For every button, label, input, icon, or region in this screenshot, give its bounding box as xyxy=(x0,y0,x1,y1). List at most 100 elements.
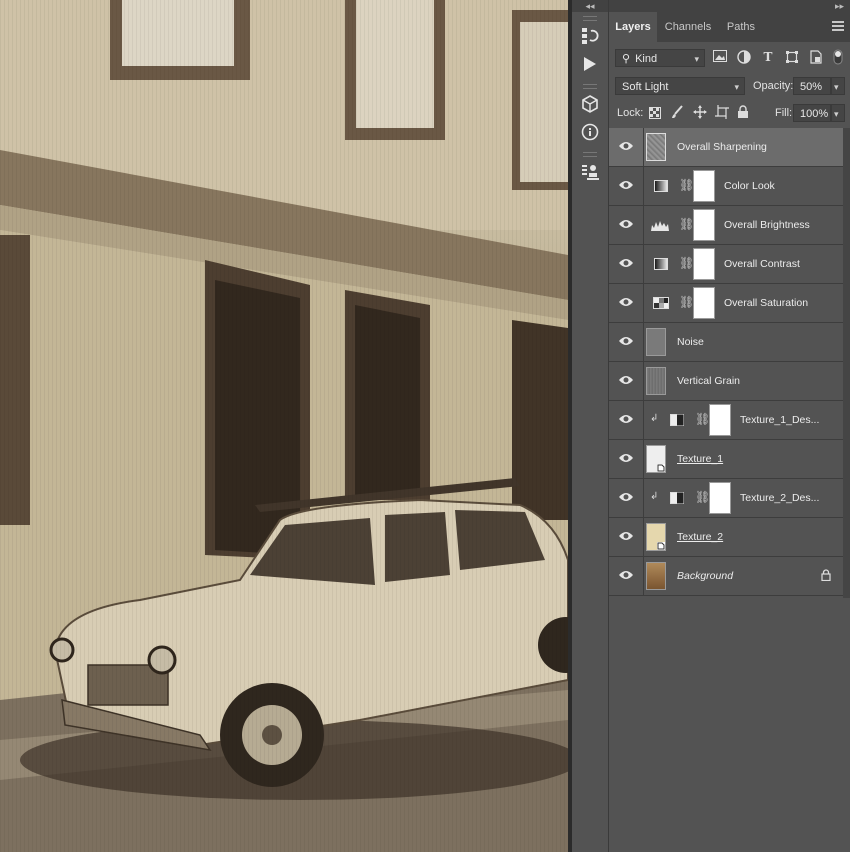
hue-saturation-icon[interactable] xyxy=(670,414,684,426)
layer-mask-thumbnail[interactable] xyxy=(693,287,715,319)
filter-toggle-switch[interactable] xyxy=(831,49,845,65)
vintage-car-photo xyxy=(0,0,568,852)
layer-row[interactable]: ⛓ Overall Saturation xyxy=(609,284,843,323)
clipping-arrow-icon: ↲ xyxy=(650,491,659,502)
layer-name[interactable]: Background xyxy=(677,557,733,595)
visibility-toggle[interactable] xyxy=(609,401,644,439)
layer-name[interactable]: Texture_2 xyxy=(677,518,723,556)
visibility-toggle[interactable] xyxy=(609,245,644,283)
visibility-toggle[interactable] xyxy=(609,557,644,595)
layer-thumbnail[interactable] xyxy=(646,133,666,161)
filter-kind-dropdown[interactable]: ⚲ Kind ▾ xyxy=(615,49,705,67)
opacity-dropdown-button[interactable]: ▾ xyxy=(831,77,845,95)
filter-pixel-icon[interactable] xyxy=(713,50,727,64)
layer-name[interactable]: Overall Saturation xyxy=(724,284,808,322)
link-chain-icon[interactable]: ⛓ xyxy=(695,412,710,428)
layer-row[interactable]: ⛓ Overall Contrast xyxy=(609,245,843,284)
layer-row[interactable]: ↲ ⛓ Texture_1_Des... xyxy=(609,401,843,440)
history-icon[interactable] xyxy=(578,24,602,48)
layer-thumbnail[interactable] xyxy=(646,367,666,395)
layer-name[interactable]: Texture_2_Des... xyxy=(740,479,819,517)
layer-name[interactable]: Overall Sharpening xyxy=(677,128,767,166)
visibility-toggle[interactable] xyxy=(609,479,644,517)
visibility-toggle[interactable] xyxy=(609,284,644,322)
tab-paths[interactable]: Paths xyxy=(721,12,761,42)
link-chain-icon[interactable]: ⛓ xyxy=(679,256,694,272)
layer-thumbnail[interactable] xyxy=(646,328,666,356)
lock-pixels-brush-icon[interactable] xyxy=(671,105,683,124)
link-chain-icon[interactable]: ⛓ xyxy=(679,178,694,194)
opacity-input[interactable]: 50% xyxy=(793,77,831,95)
layer-mask-thumbnail[interactable] xyxy=(693,248,715,280)
collapse-panel-icon[interactable]: ▸▸ xyxy=(609,0,850,12)
filter-type-icon[interactable]: T xyxy=(761,50,775,64)
visibility-toggle[interactable] xyxy=(609,206,644,244)
3d-cube-icon[interactable] xyxy=(578,92,602,116)
levels-histogram-icon[interactable] xyxy=(651,219,669,231)
dock-grip[interactable] xyxy=(583,16,597,21)
panel-dock-strip: ◂◂ xyxy=(572,0,609,852)
link-chain-icon[interactable]: ⛓ xyxy=(695,490,710,506)
link-chain-icon[interactable]: ⛓ xyxy=(679,217,694,233)
dock-grip[interactable] xyxy=(583,152,597,157)
search-icon: ⚲ xyxy=(622,53,631,65)
layer-row[interactable]: Vertical Grain xyxy=(609,362,843,401)
black-white-adjustment-icon[interactable] xyxy=(653,297,669,309)
layer-row[interactable]: Noise xyxy=(609,323,843,362)
layer-mask-thumbnail[interactable] xyxy=(693,170,715,202)
fill-dropdown-button[interactable]: ▾ xyxy=(831,104,845,122)
tab-channels[interactable]: Channels xyxy=(659,12,717,42)
gradient-map-icon[interactable] xyxy=(654,180,668,192)
layer-row[interactable]: Texture_2 xyxy=(609,518,843,557)
lock-artboard-icon[interactable] xyxy=(715,105,729,124)
visibility-toggle[interactable] xyxy=(609,440,644,478)
layer-thumbnail[interactable] xyxy=(646,445,666,473)
visibility-toggle[interactable] xyxy=(609,362,644,400)
filter-adjustment-icon[interactable] xyxy=(737,50,751,64)
info-icon[interactable] xyxy=(578,120,602,144)
layer-name[interactable]: Color Look xyxy=(724,167,775,205)
document-canvas[interactable] xyxy=(0,0,568,852)
layer-thumbnail[interactable] xyxy=(646,523,666,551)
panel-menu-icon[interactable] xyxy=(832,21,844,31)
filter-shape-icon[interactable] xyxy=(785,50,799,64)
eye-icon xyxy=(619,376,633,384)
filter-smart-object-icon[interactable] xyxy=(809,50,823,64)
chevron-down-icon: ▾ xyxy=(734,82,739,92)
tab-layers[interactable]: Layers xyxy=(609,12,657,42)
layers-scrollbar[interactable] xyxy=(843,128,850,598)
layer-name[interactable]: Overall Contrast xyxy=(724,245,800,283)
layer-name[interactable]: Noise xyxy=(677,323,704,361)
layer-name[interactable]: Texture_1 xyxy=(677,440,723,478)
collapse-dock-icon[interactable]: ◂◂ xyxy=(572,0,608,12)
lock-all-icon[interactable] xyxy=(737,105,749,124)
visibility-toggle[interactable] xyxy=(609,518,644,556)
properties-stamp-icon[interactable] xyxy=(578,160,602,184)
layer-row[interactable]: ⛓ Color Look xyxy=(609,167,843,206)
layer-row[interactable]: ↲ ⛓ Texture_2_Des... xyxy=(609,479,843,518)
layer-name[interactable]: Vertical Grain xyxy=(677,362,740,400)
blend-mode-dropdown[interactable]: Soft Light ▾ xyxy=(615,77,745,95)
layer-mask-thumbnail[interactable] xyxy=(709,482,731,514)
layer-name[interactable]: Texture_1_Des... xyxy=(740,401,819,439)
layer-row[interactable]: Background xyxy=(609,557,843,596)
visibility-toggle[interactable] xyxy=(609,323,644,361)
hue-saturation-icon[interactable] xyxy=(670,492,684,504)
lock-transparent-icon[interactable] xyxy=(649,106,661,124)
layer-row[interactable]: Overall Sharpening xyxy=(609,128,843,167)
layer-mask-thumbnail[interactable] xyxy=(709,404,731,436)
gradient-map-icon[interactable] xyxy=(654,258,668,270)
layer-row[interactable]: ⛓ Overall Brightness xyxy=(609,206,843,245)
fill-input[interactable]: 100% xyxy=(793,104,831,122)
dock-grip[interactable] xyxy=(583,84,597,89)
actions-play-icon[interactable] xyxy=(578,52,602,76)
layer-mask-thumbnail[interactable] xyxy=(693,209,715,241)
blend-mode-value: Soft Light xyxy=(622,81,669,93)
layer-thumbnail[interactable] xyxy=(646,562,666,590)
lock-position-move-icon[interactable] xyxy=(693,105,707,124)
link-chain-icon[interactable]: ⛓ xyxy=(679,295,694,311)
visibility-toggle[interactable] xyxy=(609,128,644,166)
layer-row[interactable]: Texture_1 xyxy=(609,440,843,479)
visibility-toggle[interactable] xyxy=(609,167,644,205)
layer-name[interactable]: Overall Brightness xyxy=(724,206,810,244)
